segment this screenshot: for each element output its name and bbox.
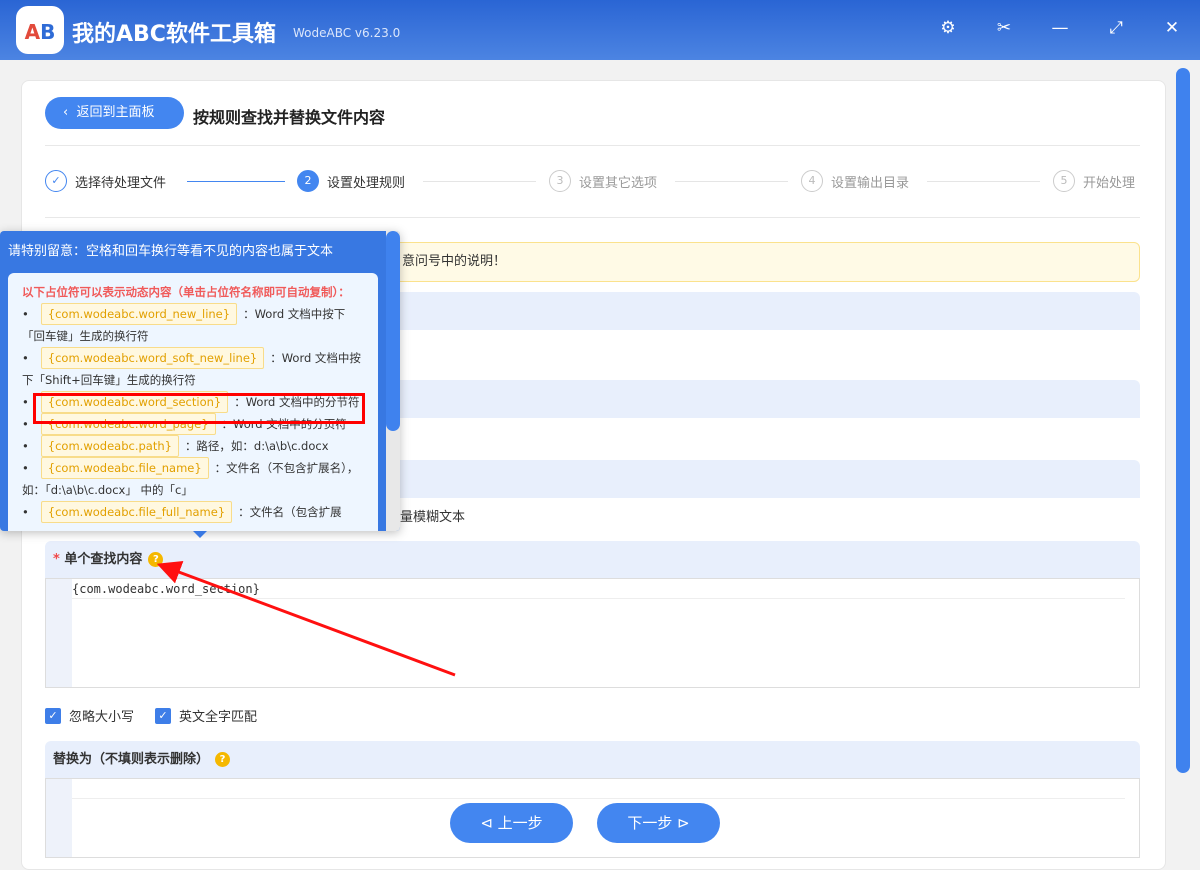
red-arrow [168,568,455,675]
annotation-arrow [0,0,1200,863]
